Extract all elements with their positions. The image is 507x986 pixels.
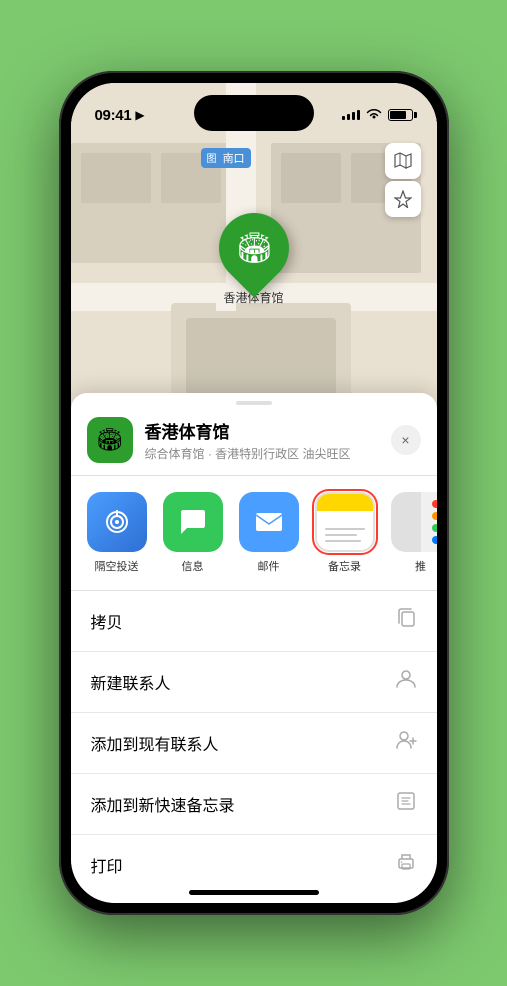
action-print[interactable]: 打印 — [71, 835, 437, 895]
close-button[interactable]: × — [391, 425, 421, 455]
venue-subtitle: 综合体育馆 · 香港特别行政区 油尖旺区 — [145, 445, 379, 462]
notes-line-1 — [325, 528, 365, 530]
status-icons — [342, 107, 413, 123]
mail-icon — [239, 492, 299, 552]
action-copy[interactable]: 拷贝 — [71, 591, 437, 652]
location-icon: ▶ — [135, 108, 144, 122]
airdrop-label: 隔空投送 — [95, 558, 139, 574]
location-button[interactable] — [385, 181, 421, 217]
action-quick-note-label: 添加到新快速备忘录 — [91, 792, 235, 816]
phone-frame: 09:41 ▶ — [59, 71, 449, 915]
bottom-sheet: 🏟 香港体育馆 综合体育馆 · 香港特别行政区 油尖旺区 × — [71, 393, 437, 903]
dynamic-island — [194, 95, 314, 131]
person-icon — [395, 668, 417, 696]
notes-line-2 — [325, 534, 357, 536]
venue-icon: 🏟 — [87, 417, 133, 463]
venue-info: 香港体育馆 综合体育馆 · 香港特别行政区 油尖旺区 — [145, 418, 379, 462]
action-add-existing[interactable]: 添加到现有联系人 — [71, 713, 437, 774]
wifi-icon — [366, 107, 382, 123]
signal-bar-3 — [352, 112, 355, 120]
action-new-contact-label: 新建联系人 — [91, 670, 171, 694]
notes-line-3 — [325, 540, 361, 542]
app-item-mail[interactable]: 邮件 — [239, 492, 299, 574]
map-label-text: 南口 — [223, 153, 245, 165]
copy-icon — [395, 607, 417, 635]
print-icon — [395, 851, 417, 879]
location-pin: 🏟 香港体育馆 — [219, 213, 289, 306]
airdrop-icon — [87, 492, 147, 552]
action-copy-label: 拷贝 — [91, 609, 123, 633]
venue-emoji: 🏟 — [96, 427, 124, 453]
action-add-existing-label: 添加到现有联系人 — [91, 731, 219, 755]
pin-circle: 🏟 — [204, 199, 303, 298]
mail-label: 邮件 — [258, 558, 280, 574]
map-controls — [385, 143, 421, 217]
phone-screen: 09:41 ▶ — [71, 83, 437, 903]
pin-inner-icon: 🏟 — [234, 231, 272, 266]
map-type-button[interactable] — [385, 143, 421, 179]
messages-icon — [163, 492, 223, 552]
app-item-more[interactable]: 推 — [391, 492, 437, 574]
notes-lines — [325, 528, 365, 542]
battery-fill — [390, 111, 407, 119]
app-item-notes[interactable]: 备忘录 — [315, 492, 375, 574]
signal-bar-1 — [342, 116, 345, 120]
action-print-label: 打印 — [91, 853, 123, 877]
venue-header: 🏟 香港体育馆 综合体育馆 · 香港特别行政区 油尖旺区 × — [71, 405, 437, 476]
home-indicator — [189, 890, 319, 895]
notes-icon — [315, 492, 375, 552]
status-time: 09:41 — [95, 107, 132, 124]
battery-icon — [388, 109, 413, 121]
app-item-airdrop[interactable]: 隔空投送 — [87, 492, 147, 574]
venue-name: 香港体育馆 — [145, 418, 379, 443]
quick-note-icon — [395, 790, 417, 818]
action-new-contact[interactable]: 新建联系人 — [71, 652, 437, 713]
more-label: 推 — [415, 558, 426, 574]
signal-bars — [342, 110, 360, 120]
notes-label: 备忘录 — [328, 558, 361, 574]
app-item-messages[interactable]: 信息 — [163, 492, 223, 574]
signal-bar-4 — [357, 110, 360, 120]
messages-label: 信息 — [182, 558, 204, 574]
map-label: 图 南口 — [201, 148, 251, 168]
action-list: 拷贝 新建联系人 — [71, 591, 437, 895]
action-add-quick-note[interactable]: 添加到新快速备忘录 — [71, 774, 437, 835]
signal-bar-2 — [347, 114, 350, 120]
apps-row: 隔空投送 信息 — [71, 476, 437, 591]
person-add-icon — [395, 729, 417, 757]
